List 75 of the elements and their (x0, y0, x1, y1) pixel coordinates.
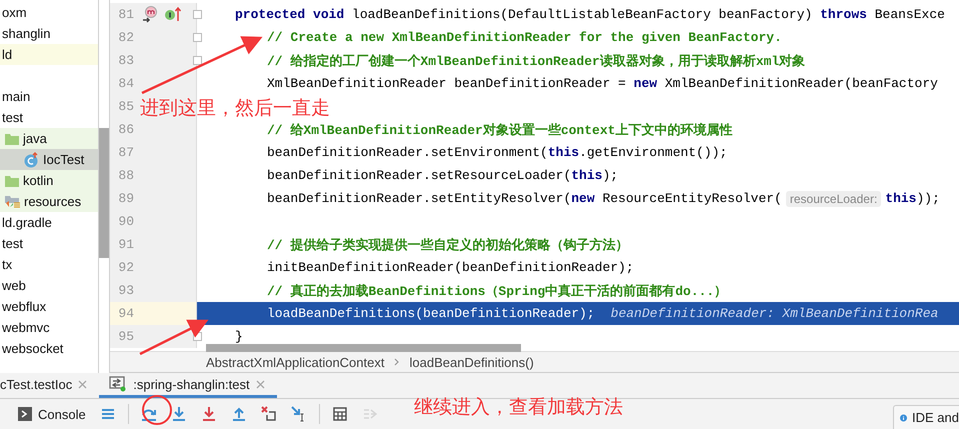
highlight-circle (142, 395, 172, 425)
tree-item[interactable]: test (2, 233, 23, 254)
line-number: 87 (117, 145, 134, 160)
code-text: beanDefinitionReader.setEnvironment(this.getEnvironment()); (267, 145, 728, 160)
tree-item[interactable]: webmvc (2, 317, 50, 338)
code-text: initBeanDefinitionReader(beanDefinitionReader); (267, 260, 634, 275)
fold-marker-icon[interactable] (193, 10, 202, 19)
override-method-icon[interactable] (142, 6, 158, 24)
step-into-icon (170, 406, 187, 422)
evaluate-icon (332, 406, 348, 422)
tree-item[interactable]: shanglin (2, 23, 50, 44)
code-text: this)); (885, 191, 940, 206)
run-config-icon (109, 376, 128, 392)
tree-item[interactable]: oxm (2, 2, 27, 23)
line-number: 85 (117, 99, 134, 114)
line-number: 91 (117, 237, 134, 252)
line-number: 88 (117, 168, 134, 183)
line-number: 93 (117, 283, 134, 298)
line-number: 86 (117, 122, 134, 137)
console-tab[interactable]: Console (16, 404, 88, 424)
line-number: 84 (117, 76, 134, 91)
breadcrumb[interactable]: loadBeanDefinitions() (409, 354, 534, 370)
line-number: 83 (117, 53, 134, 68)
line-number: 82 (117, 30, 134, 45)
implemented-method-icon[interactable] (164, 6, 182, 22)
run-tab[interactable]: cTest.testIoc (0, 373, 100, 398)
tree-item[interactable]: test (2, 107, 23, 128)
annotation-text: 继续进入，查看加载方法 (414, 395, 623, 420)
tree-item[interactable]: ld (2, 44, 12, 65)
line-number: 89 (117, 191, 134, 206)
line-number: 90 (117, 214, 134, 229)
force-step-into-icon (200, 406, 217, 422)
arrow (139, 320, 208, 356)
scrollbar-thumb[interactable] (99, 128, 109, 258)
code-text: // 真正的去加载BeanDefinitions（Spring中真正干活的前面都有do...） (267, 282, 728, 300)
breadcrumb[interactable]: AbstractXmlApplicationContext (206, 354, 384, 370)
line-number: 94 (117, 306, 134, 321)
tree-item[interactable]: tx (2, 254, 12, 275)
code-text: // 提供给子类实现提供一些自定义的初始化策略（钩子方法） (267, 236, 628, 254)
resources-folder-icon (4, 194, 21, 210)
tree-item[interactable]: webflux (2, 296, 46, 317)
fold-marker-icon[interactable] (193, 33, 202, 42)
close-icon[interactable] (256, 380, 265, 388)
code-text: protected void loadBeanDefinitions(DefaultListableBeanFactory beanFactory) throws BeansExce (235, 7, 945, 22)
tree-item[interactable]: ld.gradle (2, 212, 52, 233)
step-out-icon (230, 406, 247, 422)
parameter-hint: resourceLoader: (786, 190, 882, 206)
tree-item[interactable]: websocket (2, 338, 64, 359)
close-icon[interactable] (78, 380, 88, 388)
line-number: 95 (117, 329, 134, 344)
annotation-text: 进到这里，然后一直走 (140, 96, 330, 121)
fold-marker-icon[interactable] (193, 56, 202, 65)
code-text: // 给指定的工厂创建一个XmlBeanDefinitionReader读取器对象，用于读取解析xml对象 (267, 52, 806, 70)
folder-icon (4, 174, 20, 188)
folder-icon (4, 132, 20, 146)
code-text: beanDefinitionReader.setResourceLoader(this); (267, 168, 618, 183)
code-text: beanDefinitionReader.setEntityResolver(new ResourceEntityResolver( (267, 191, 782, 206)
code-text: // Create a new XmlBeanDefinitionReader for the given BeanFactory. (267, 30, 782, 45)
tree-item[interactable]: main (2, 86, 30, 107)
code-text: XmlBeanDefinitionReader beanDefinitionReader = new XmlBeanDefinitionReader(beanFactory (267, 76, 938, 91)
console-icon (18, 407, 32, 421)
line-number: 92 (117, 260, 134, 275)
drop-frame-icon (260, 406, 277, 422)
notification-balloon[interactable]: IDE and (893, 405, 959, 429)
line-number: 81 (117, 7, 134, 22)
code-text: loadBeanDefinitions(beanDefinitionReader); (267, 306, 595, 321)
scrollbar-thumb[interactable] (206, 344, 521, 352)
tree-item[interactable]: web (2, 275, 26, 296)
code-text: } (235, 329, 243, 344)
class-icon (24, 152, 40, 168)
inline-value-hint: beanDefinitionReader: XmlBeanDefinitionRea (610, 306, 938, 321)
drop-frame-button[interactable] (258, 404, 279, 424)
chevron-icon (394, 358, 400, 366)
menu-icon (100, 406, 116, 422)
code-text: // 给XmlBeanDefinitionReader对象设置一些context上下文中的环境属性 (267, 122, 732, 138)
